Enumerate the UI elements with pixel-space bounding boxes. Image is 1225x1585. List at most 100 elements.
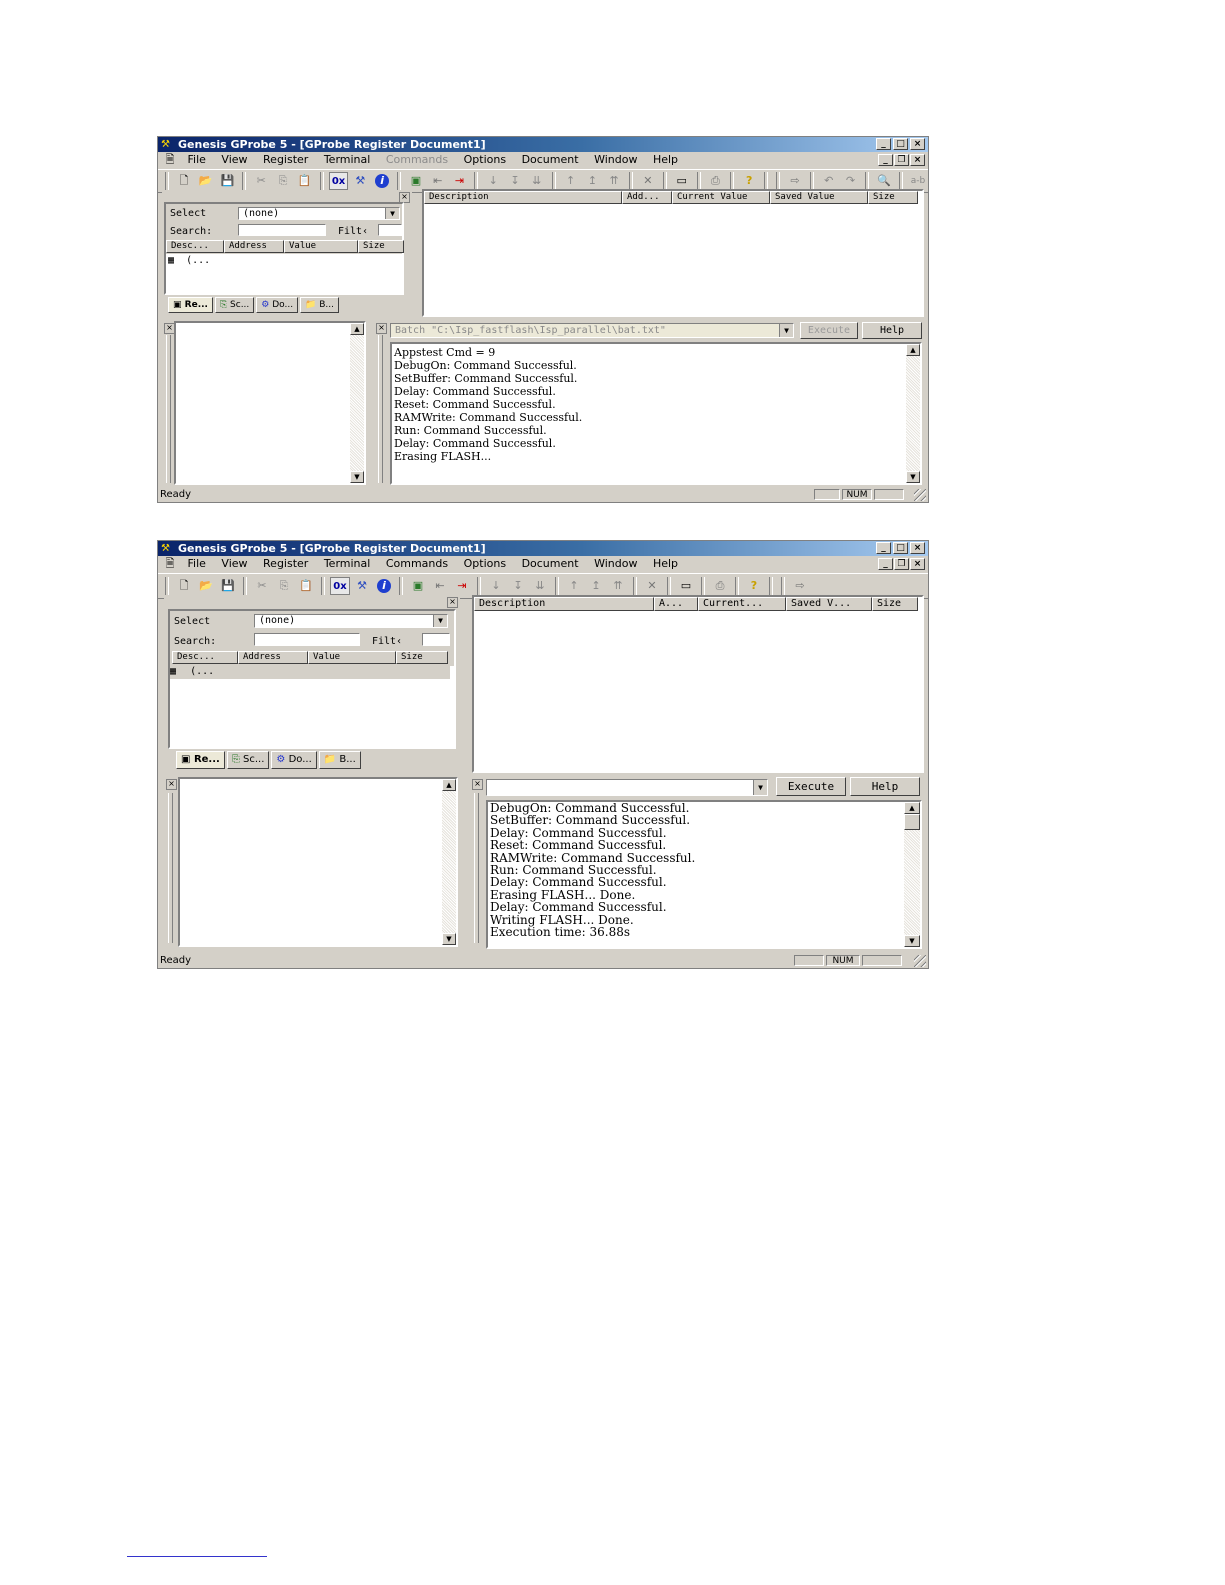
col-description[interactable]: Description bbox=[424, 191, 622, 204]
col-size[interactable]: Size bbox=[868, 191, 918, 204]
minimize-button[interactable]: _ bbox=[876, 138, 891, 150]
list-item[interactable]: ▦ (... bbox=[168, 255, 210, 266]
filter-input[interactable] bbox=[378, 224, 402, 236]
filter-input[interactable] bbox=[422, 633, 450, 646]
undo-icon[interactable]: ↶ bbox=[819, 172, 839, 190]
tab-scripts[interactable]: ⎘ Sc... bbox=[226, 751, 270, 769]
pane-close-icon[interactable]: × bbox=[166, 779, 177, 790]
menu-options[interactable]: Options bbox=[458, 152, 512, 168]
chevron-down-icon[interactable]: ▼ bbox=[385, 208, 399, 219]
help-icon[interactable]: ? bbox=[739, 172, 759, 190]
tab-batch[interactable]: 📁 B... bbox=[300, 297, 339, 313]
resize-grip-icon[interactable] bbox=[914, 489, 926, 501]
menu-terminal[interactable]: Terminal bbox=[318, 152, 377, 168]
scroll-up-icon[interactable]: ▲ bbox=[442, 779, 456, 791]
stop-icon[interactable]: ⇥ bbox=[450, 172, 470, 190]
step-in-icon[interactable]: ↓ bbox=[486, 577, 506, 595]
search-input[interactable] bbox=[254, 633, 360, 646]
step-out-icon[interactable]: ↥ bbox=[582, 172, 602, 190]
redo-icon[interactable]: ↷ bbox=[841, 172, 861, 190]
doc-close-button[interactable]: × bbox=[910, 154, 925, 166]
resize-grip-icon[interactable] bbox=[914, 955, 926, 967]
col-size[interactable]: Size bbox=[358, 240, 404, 253]
terminal-output[interactable]: Appstest Cmd = 9 DebugOn: Command Succes… bbox=[390, 342, 922, 485]
ab-icon[interactable]: a-b bbox=[908, 172, 928, 190]
doc-close-button[interactable]: × bbox=[910, 558, 925, 570]
menu-document[interactable]: Document bbox=[516, 556, 585, 572]
scroll-up-icon[interactable]: ▲ bbox=[350, 323, 364, 335]
help-button[interactable]: Help bbox=[862, 322, 922, 339]
step-top-icon[interactable]: ⇈ bbox=[604, 172, 624, 190]
tab-documents[interactable]: ⚙ Do... bbox=[271, 751, 317, 769]
menu-window[interactable]: Window bbox=[588, 556, 643, 572]
menu-options[interactable]: Options bbox=[458, 556, 512, 572]
vertical-scrollbar[interactable]: ▲ ▼ bbox=[442, 779, 456, 945]
col-current-value[interactable]: Current... bbox=[698, 597, 786, 611]
minimize-button[interactable]: _ bbox=[876, 542, 891, 554]
close-button[interactable]: × bbox=[910, 138, 925, 150]
send-icon[interactable]: ⇨ bbox=[790, 577, 810, 595]
probe-icon[interactable]: ⚒ bbox=[352, 577, 372, 595]
tab-scripts[interactable]: ⎘ Sc... bbox=[214, 297, 255, 313]
open-icon[interactable]: 📂 bbox=[196, 172, 216, 190]
document-icon[interactable]: 🗎 bbox=[162, 152, 178, 168]
step-out-icon[interactable]: ↥ bbox=[586, 577, 606, 595]
col-saved-value[interactable]: Saved V... bbox=[786, 597, 872, 611]
col-value[interactable]: Value bbox=[284, 240, 358, 253]
list-item[interactable]: ▦ (... bbox=[170, 666, 450, 679]
step-over-icon[interactable]: ↧ bbox=[508, 577, 528, 595]
chip-icon[interactable]: ▣ bbox=[406, 172, 426, 190]
menu-window[interactable]: Window bbox=[588, 152, 643, 168]
menu-view[interactable]: View bbox=[215, 152, 253, 168]
vertical-scrollbar[interactable]: ▲ ▼ bbox=[906, 344, 920, 483]
menu-terminal[interactable]: Terminal bbox=[318, 556, 377, 572]
menu-file[interactable]: File bbox=[182, 152, 212, 168]
scroll-down-icon[interactable]: ▼ bbox=[904, 935, 920, 947]
chevron-down-icon[interactable]: ▼ bbox=[753, 780, 767, 795]
paste-icon[interactable]: 📋 bbox=[296, 577, 316, 595]
col-size[interactable]: Size bbox=[872, 597, 918, 611]
col-desc[interactable]: Desc... bbox=[166, 240, 224, 253]
info-icon[interactable]: i bbox=[374, 577, 394, 595]
col-address[interactable]: Add... bbox=[622, 191, 672, 204]
probe-icon[interactable]: ⚒ bbox=[350, 172, 370, 190]
step-top-icon[interactable]: ⇈ bbox=[608, 577, 628, 595]
col-current-value[interactable]: Current Value bbox=[672, 191, 770, 204]
select-dropdown[interactable]: (none) ▼ bbox=[238, 207, 400, 220]
maximize-button[interactable]: □ bbox=[893, 542, 908, 554]
help-button[interactable]: Help bbox=[850, 777, 920, 796]
tab-registers[interactable]: ▣ Re... bbox=[168, 297, 213, 313]
arrow-left-icon[interactable]: ⇤ bbox=[428, 172, 448, 190]
maximize-button[interactable]: □ bbox=[893, 138, 908, 150]
step-up-icon[interactable]: ↑ bbox=[561, 172, 581, 190]
delete-icon[interactable]: ✕ bbox=[638, 172, 658, 190]
col-saved-value[interactable]: Saved Value bbox=[770, 191, 868, 204]
print-icon[interactable]: ⎙ bbox=[710, 577, 730, 595]
save-icon[interactable]: 💾 bbox=[218, 577, 238, 595]
window-icon[interactable]: ▭ bbox=[672, 172, 692, 190]
document-icon[interactable]: 🗎 bbox=[162, 556, 178, 572]
menu-help[interactable]: Help bbox=[647, 152, 684, 168]
search-input[interactable] bbox=[238, 224, 326, 236]
scroll-down-icon[interactable]: ▼ bbox=[906, 471, 920, 483]
vertical-scrollbar[interactable]: ▲ ▼ bbox=[350, 323, 364, 483]
copy-icon[interactable]: ⎘ bbox=[274, 577, 294, 595]
select-dropdown[interactable]: (none) ▼ bbox=[254, 614, 448, 628]
col-address[interactable]: Address bbox=[224, 240, 284, 253]
batch-combo[interactable]: ▼ bbox=[486, 779, 768, 796]
menu-register[interactable]: Register bbox=[257, 556, 314, 572]
scroll-thumb[interactable] bbox=[904, 814, 920, 830]
col-desc[interactable]: Desc... bbox=[172, 651, 238, 664]
col-description[interactable]: Description bbox=[474, 597, 654, 611]
step-down-icon[interactable]: ⇊ bbox=[530, 577, 550, 595]
step-in-icon[interactable]: ↓ bbox=[483, 172, 503, 190]
chevron-down-icon[interactable]: ▼ bbox=[433, 615, 447, 627]
menu-register[interactable]: Register bbox=[257, 152, 314, 168]
chip-icon[interactable]: ▣ bbox=[408, 577, 428, 595]
delete-icon[interactable]: ✕ bbox=[642, 577, 662, 595]
menu-file[interactable]: File bbox=[182, 556, 212, 572]
cut-icon[interactable]: ✂ bbox=[252, 577, 272, 595]
step-up-icon[interactable]: ↑ bbox=[564, 577, 584, 595]
vertical-scrollbar[interactable]: ▲ ▼ bbox=[904, 802, 920, 947]
tab-documents[interactable]: ⚙ Do... bbox=[256, 297, 299, 313]
